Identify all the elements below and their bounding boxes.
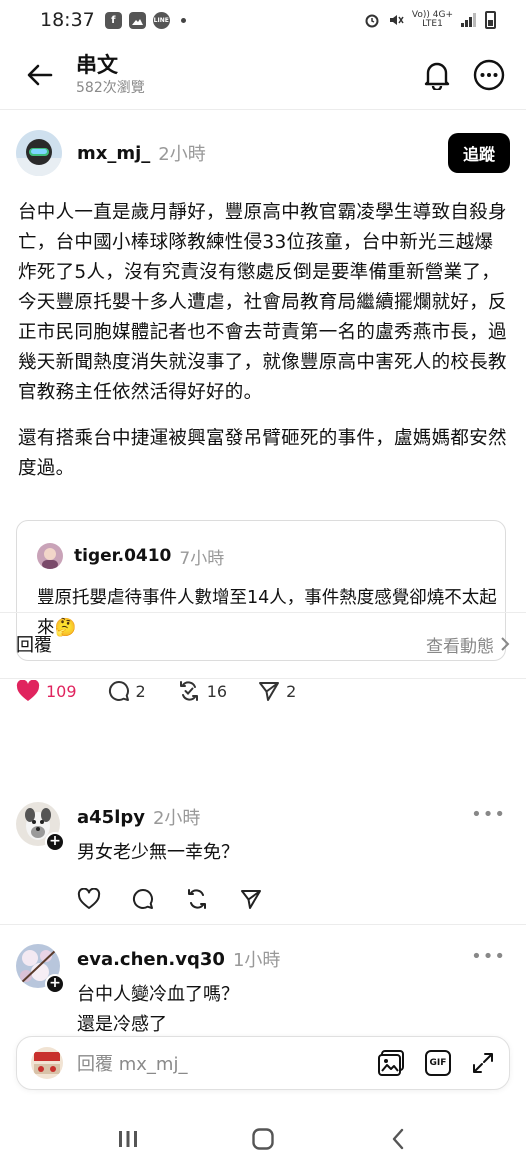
reply-item: + a45lpy 2小時 ••• 男女老少無一幸免？ xyxy=(0,802,526,922)
share-count: 2 xyxy=(286,681,297,701)
reply-text: 台中人變冷血了嗎？ 還是冷感了 xyxy=(77,984,239,1035)
view-activity-link[interactable]: 查看動態 xyxy=(426,632,510,657)
reply-author-name[interactable]: eva.chen.vq30 xyxy=(77,949,225,970)
composer-actions: GIF xyxy=(377,1049,495,1077)
post-body: 台中人一直是歲月靜好，豐原高中教官霸凌學生導致自殺身亡，台中國小棒球隊教練性侵3… xyxy=(18,198,510,500)
gif-icon: GIF xyxy=(425,1050,451,1076)
reply-more-button[interactable]: ••• xyxy=(471,804,506,825)
reply-head: eva.chen.vq30 1小時 xyxy=(77,946,280,972)
share-button[interactable] xyxy=(240,888,262,910)
quoted-author-row: tiger.0410 7小時 xyxy=(37,543,224,569)
network-label: Vo)) 4G+ LTE1 xyxy=(411,10,453,29)
home-button[interactable] xyxy=(238,1119,288,1159)
header-actions xyxy=(420,58,506,92)
notification-icons: f LINE xyxy=(104,11,186,29)
divider xyxy=(0,678,526,679)
post-stats-row: 109 2 16 2 xyxy=(16,676,327,706)
reply-composer[interactable]: 回覆 mx_mj_ GIF xyxy=(16,1036,510,1090)
comment-icon xyxy=(108,680,129,701)
repost-button[interactable]: 16 xyxy=(177,680,227,702)
gif-button[interactable]: GIF xyxy=(425,1050,451,1076)
reply-text: 男女老少無一幸免？ xyxy=(77,842,239,863)
divider xyxy=(0,612,526,613)
line-icon: LINE xyxy=(152,11,170,29)
comment-icon xyxy=(132,888,153,909)
expand-icon xyxy=(473,1053,493,1073)
repost-count: 16 xyxy=(206,681,228,701)
header: 串文 582次瀏覽 xyxy=(0,40,526,110)
post-paragraph: 台中人一直是歲月靜好，豐原高中教官霸凌學生導致自殺身亡，台中國小棒球隊教練性侵3… xyxy=(18,202,507,403)
reply-count: 2 xyxy=(135,681,146,701)
chevron-left-icon xyxy=(393,1128,404,1150)
reply-time: 1小時 xyxy=(232,950,281,971)
heart-icon xyxy=(77,888,101,909)
signal-icon xyxy=(461,13,476,27)
post-time: 2小時 xyxy=(158,144,206,165)
back-button[interactable] xyxy=(20,55,60,95)
reply-button[interactable]: 2 xyxy=(108,680,146,702)
reply-input[interactable]: 回覆 mx_mj_ xyxy=(77,1050,187,1076)
replies-header: 回覆 查看動態 xyxy=(16,622,510,666)
divider xyxy=(0,924,526,925)
view-activity-label: 查看動態 xyxy=(426,636,494,657)
system-icons: Vo)) 4G+ LTE1 xyxy=(364,11,496,29)
reply-more-button[interactable]: ••• xyxy=(471,946,506,967)
arrow-left-icon xyxy=(27,64,53,85)
reply-author-name[interactable]: a45lpy xyxy=(77,807,145,828)
system-nav-bar xyxy=(0,1110,526,1168)
post-author-name[interactable]: mx_mj_ xyxy=(77,143,150,164)
quoted-avatar xyxy=(37,543,63,569)
repost-button[interactable] xyxy=(185,888,209,910)
send-icon xyxy=(241,890,261,909)
replies-title: 回覆 xyxy=(16,635,52,656)
reply-item: + eva.chen.vq30 1小時 ••• 台中人變冷血了嗎？ 還是冷感了 xyxy=(0,944,526,1035)
title-block: 串文 582次瀏覽 xyxy=(76,52,145,98)
gallery-icon xyxy=(128,11,146,29)
bell-icon xyxy=(424,62,450,90)
facebook-icon: f xyxy=(104,11,122,29)
follow-plus-button[interactable]: + xyxy=(45,974,65,994)
back-nav-button[interactable] xyxy=(373,1119,423,1159)
send-icon xyxy=(259,682,280,701)
more-circle-icon xyxy=(473,59,505,90)
battery-icon xyxy=(485,11,496,29)
chevron-right-icon xyxy=(501,637,510,651)
notification-button[interactable] xyxy=(420,58,454,92)
avatar xyxy=(31,1047,63,1079)
quoted-author-name: tiger.0410 xyxy=(74,546,172,566)
quoted-post-time: 7小時 xyxy=(179,548,225,569)
image-icon xyxy=(378,1050,404,1076)
like-count: 109 xyxy=(46,681,77,701)
view-count: 582次瀏覽 xyxy=(76,79,145,96)
share-button[interactable]: 2 xyxy=(258,680,296,702)
heart-filled-icon xyxy=(16,680,40,701)
status-time: 18:37 xyxy=(40,9,95,31)
reply-time: 2小時 xyxy=(152,808,201,829)
recent-apps-button[interactable] xyxy=(103,1119,153,1159)
alarm-icon xyxy=(365,14,379,28)
follow-plus-button[interactable]: + xyxy=(45,832,65,852)
avatar[interactable] xyxy=(16,130,62,176)
post-author-row: mx_mj_ 2小時 追蹤 xyxy=(16,128,510,178)
follow-button[interactable]: 追蹤 xyxy=(448,133,510,173)
post-paragraph: 還有搭乘台中捷運被興富發吊臂砸死的事件，盧媽媽都安然度過。 xyxy=(18,428,507,479)
reply-button[interactable] xyxy=(132,888,154,910)
reply-actions xyxy=(77,888,262,910)
status-bar: 18:37 f LINE Vo)) 4G+ LTE1 xyxy=(0,0,526,40)
recent-apps-icon xyxy=(118,1131,137,1147)
home-icon xyxy=(252,1128,274,1150)
mute-icon xyxy=(389,15,404,25)
repost-icon xyxy=(188,889,206,909)
more-notifications-dot xyxy=(180,17,186,23)
like-button[interactable] xyxy=(77,888,101,910)
page-title: 串文 xyxy=(76,52,118,77)
expand-button[interactable] xyxy=(471,1051,495,1075)
like-button[interactable]: 109 xyxy=(16,680,77,702)
reply-head: a45lpy 2小時 xyxy=(77,804,200,830)
more-options-button[interactable] xyxy=(472,58,506,92)
image-picker-button[interactable] xyxy=(377,1049,405,1077)
repost-icon xyxy=(179,681,198,701)
